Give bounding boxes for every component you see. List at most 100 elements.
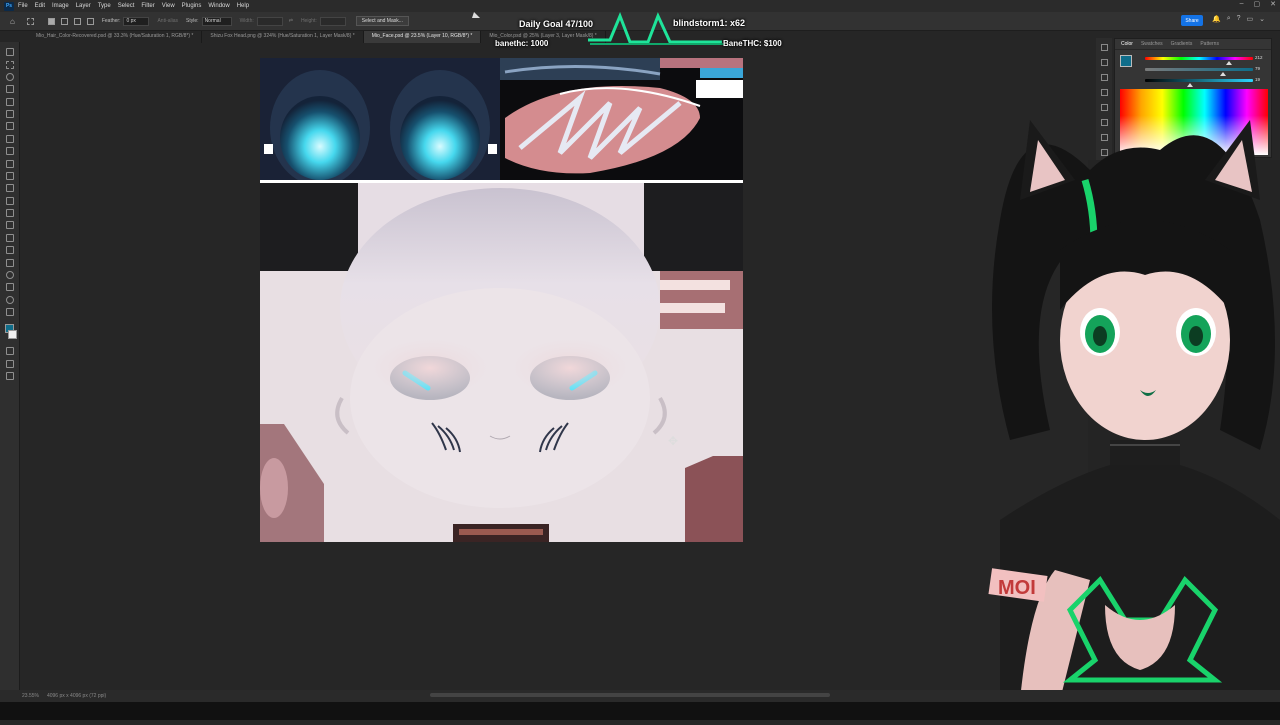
style-select[interactable]: Normal — [201, 16, 232, 26]
menu-help[interactable]: Help — [237, 3, 249, 9]
zoom-level[interactable]: 23.55% — [22, 693, 39, 699]
move-cursor-icon: ✥ — [668, 434, 679, 448]
top-right-icons: 🔔 ⌕ ? ▭ ⌄ — [1212, 15, 1265, 23]
brightness-value[interactable]: 19 — [1255, 77, 1260, 82]
minimize-icon[interactable]: – — [1240, 0, 1244, 8]
tab-patterns[interactable]: Patterns — [1200, 41, 1219, 47]
menu-window[interactable]: Window — [208, 3, 229, 9]
panel-foreground-swatch[interactable] — [1120, 55, 1132, 67]
menu-layer[interactable]: Layer — [76, 3, 91, 9]
face-texture-document[interactable] — [260, 58, 743, 542]
style-label: Style: — [186, 18, 199, 24]
menu-file[interactable]: File — [18, 3, 28, 9]
width-label: Width: — [239, 18, 254, 24]
width-input[interactable] — [256, 16, 283, 26]
magic-wand-tool-icon[interactable] — [5, 85, 14, 94]
menu-select[interactable]: Select — [118, 3, 135, 9]
feather-input[interactable]: 0 px — [123, 16, 150, 26]
history-brush-tool-icon[interactable] — [5, 171, 14, 180]
more-tools-icon[interactable] — [5, 308, 14, 317]
history-icon[interactable] — [1100, 59, 1108, 66]
tab-swatches[interactable]: Swatches — [1141, 41, 1163, 47]
edit-toolbar-icon[interactable] — [5, 372, 14, 380]
hue-slider[interactable] — [1145, 57, 1253, 60]
close-icon[interactable]: ✕ — [1270, 0, 1276, 8]
healing-brush-tool-icon[interactable] — [5, 134, 14, 143]
tab-gradients[interactable]: Gradients — [1171, 41, 1193, 47]
zoom-tool-icon[interactable] — [5, 295, 14, 304]
menu-plugins[interactable]: Plugins — [182, 3, 202, 9]
saturation-slider[interactable] — [1145, 68, 1253, 71]
play-icon[interactable] — [1100, 74, 1108, 81]
share-button[interactable]: Share — [1181, 15, 1203, 26]
brightness-slider-thumb[interactable] — [1187, 83, 1194, 87]
brush-tool-icon[interactable] — [5, 147, 14, 156]
height-label: Height: — [300, 18, 317, 24]
tab-hair-color[interactable]: Mio_Hair_Color-Recovered.psd @ 33.3% (Hu… — [28, 31, 203, 43]
tools-panel — [0, 42, 20, 690]
frame-tool-icon[interactable] — [5, 110, 14, 119]
add-selection-icon[interactable] — [60, 17, 68, 25]
intersect-selection-icon[interactable] — [86, 17, 94, 25]
top-user-text: blindstorm1: x62 — [673, 18, 746, 28]
move-tool-icon[interactable] — [5, 48, 14, 57]
antialias-checkbox[interactable]: Anti-alias — [157, 18, 178, 24]
hue-value[interactable]: 212 — [1255, 55, 1263, 60]
pen-tool-icon[interactable] — [5, 233, 14, 242]
crop-tool-icon[interactable] — [5, 97, 14, 106]
subtract-selection-icon[interactable] — [73, 17, 81, 25]
saturation-slider-thumb[interactable] — [1219, 72, 1226, 76]
top-donor-text: banethc: 1000 — [495, 39, 549, 48]
path-selection-tool-icon[interactable] — [5, 258, 14, 267]
help-icon[interactable]: ? — [1237, 15, 1241, 23]
dodge-tool-icon[interactable] — [5, 221, 14, 230]
hue-slider-thumb[interactable] — [1226, 61, 1233, 65]
maximize-icon[interactable]: ▢ — [1254, 0, 1261, 8]
top-tip-text: BaneTHC: $100 — [723, 39, 782, 48]
brightness-slider[interactable] — [1145, 79, 1253, 82]
lasso-tool-icon[interactable] — [5, 72, 14, 81]
background-color-swatch[interactable] — [7, 330, 17, 340]
home-icon[interactable]: ⌂ — [10, 17, 15, 26]
notification-icon[interactable]: 🔔 — [1212, 15, 1221, 23]
screen-mode-icon[interactable] — [5, 359, 14, 368]
menu-filter[interactable]: Filter — [141, 3, 154, 9]
horizontal-scrollbar[interactable] — [430, 693, 830, 697]
eraser-tool-icon[interactable] — [5, 184, 14, 193]
swap-icon[interactable]: ⇄ — [289, 18, 293, 24]
menu-type[interactable]: Type — [98, 3, 111, 9]
search-icon[interactable]: ⌕ — [1227, 15, 1231, 23]
tab-face[interactable]: Mio_Face.psd @ 23.5% (Layer 10, RGB/8*) … — [363, 31, 482, 43]
marquee-tool-icon[interactable] — [5, 60, 14, 69]
select-and-mask-button[interactable]: Select and Mask... — [355, 16, 409, 26]
color-panel-tabs: Color Swatches Gradients Patterns — [1115, 39, 1271, 50]
quick-mask-icon[interactable] — [5, 347, 14, 356]
workspace-icon[interactable]: ▭ — [1247, 15, 1254, 23]
gradient-tool-icon[interactable] — [5, 196, 14, 205]
bottom-strip — [0, 702, 1280, 720]
vtuber-avatar: MOI — [960, 100, 1280, 720]
new-selection-icon[interactable] — [47, 17, 55, 25]
blur-tool-icon[interactable] — [5, 209, 14, 218]
ellipse-tool-icon[interactable] — [5, 270, 14, 279]
armband-text: MOI — [998, 577, 1036, 599]
clone-stamp-tool-icon[interactable] — [5, 159, 14, 168]
layers-icon[interactable] — [1100, 89, 1108, 96]
collapse-panels-icon[interactable] — [1100, 44, 1108, 51]
tab-fox-head[interactable]: Shizu Fox Head.png @ 324% (Hue/Saturatio… — [202, 31, 364, 43]
hand-tool-icon[interactable] — [5, 283, 14, 292]
face-texture-artwork — [260, 58, 743, 542]
eyedropper-tool-icon[interactable] — [5, 122, 14, 131]
menu-view[interactable]: View — [162, 3, 175, 9]
height-input[interactable] — [319, 16, 346, 26]
marquee-tool-icon[interactable] — [26, 17, 34, 25]
dropdown-icon[interactable]: ⌄ — [1259, 15, 1265, 23]
photoshop-logo-icon[interactable]: Ps — [4, 1, 14, 11]
feather-label: Feather: — [101, 18, 121, 24]
type-tool-icon[interactable] — [5, 246, 14, 255]
saturation-value[interactable]: 79 — [1255, 66, 1260, 71]
menu-image[interactable]: Image — [52, 3, 69, 9]
menu-edit[interactable]: Edit — [35, 3, 45, 9]
tab-color-panel[interactable]: Color — [1121, 41, 1133, 47]
daily-goal-text: Daily Goal 47/100 — [519, 19, 594, 29]
